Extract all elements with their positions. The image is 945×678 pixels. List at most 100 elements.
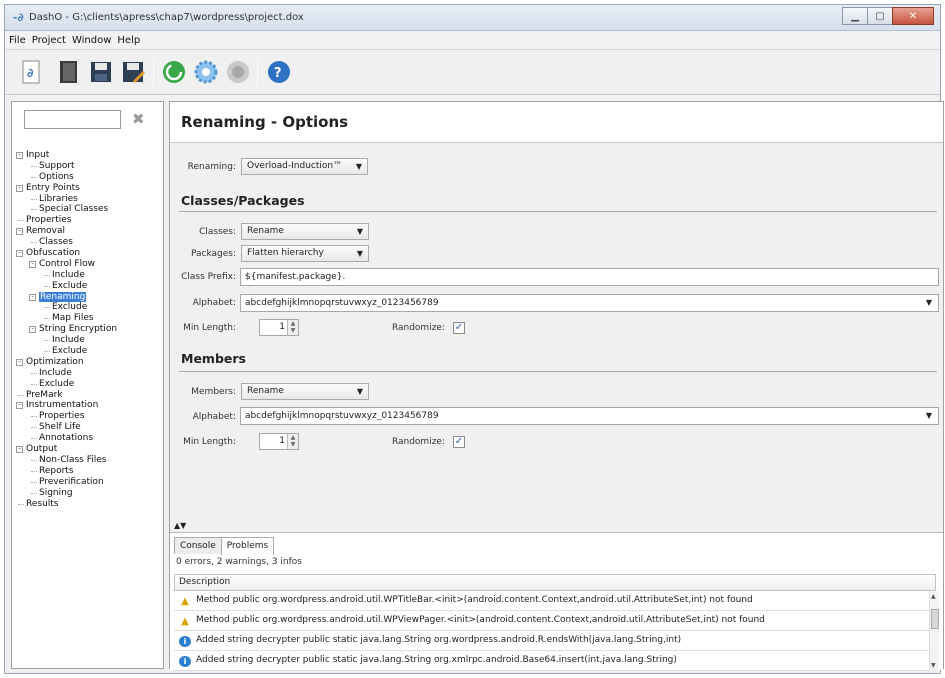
tree-collapse-icon[interactable]: - (16, 184, 23, 192)
tree-item[interactable]: Classes (16, 237, 162, 248)
tree-item[interactable]: PreMark (16, 390, 162, 401)
help-icon[interactable]: ? (267, 59, 291, 85)
tree-collapse-icon[interactable]: - (16, 402, 23, 410)
problem-text: Added string decrypter public static jav… (196, 635, 682, 645)
tree-item[interactable]: Properties (16, 215, 162, 226)
tree-branch-line (44, 274, 50, 276)
scrollbar-thumb[interactable] (931, 609, 939, 629)
tree-item[interactable]: Libraries (16, 194, 162, 205)
menu-window[interactable]: Window (72, 35, 111, 46)
tree-collapse-icon[interactable]: - (16, 250, 23, 258)
tree-item[interactable]: Options (16, 172, 162, 183)
tree-item[interactable]: Include (16, 335, 162, 346)
tree-item-label: Map Files (52, 313, 94, 324)
problem-row[interactable]: ▲ Method public org.wordpress.android.uti… (174, 591, 936, 611)
class-prefix-input[interactable]: ${manifest.package}. (240, 268, 939, 286)
maximize-button[interactable]: ▢ (867, 7, 893, 25)
members-alphabet-value: abcdefghijklmnopqrstuvwxyz_0123456789 (245, 411, 439, 421)
tree-item[interactable]: - Renaming (16, 291, 162, 303)
alphabet-combo[interactable]: abcdefghijklmnopqrstuvwxyz_0123456789 ▼ (240, 294, 939, 312)
tree-item[interactable]: Reports (16, 466, 162, 477)
tree-collapse-icon[interactable]: - (29, 326, 36, 334)
save-as-icon[interactable] (121, 59, 145, 85)
tree-branch-line (44, 307, 50, 309)
tree-item[interactable]: Signing (16, 488, 162, 499)
problem-row[interactable]: i Added string decrypter public static ja… (174, 651, 936, 671)
tree-item[interactable]: Exclude (16, 379, 162, 390)
tree-item[interactable]: Support (16, 161, 162, 172)
tree-collapse-icon[interactable]: - (29, 260, 36, 268)
tab-problems[interactable]: Problems (220, 537, 275, 555)
page-title: Renaming - Options (181, 113, 349, 131)
stop-icon[interactable] (226, 59, 250, 85)
tree-item[interactable]: - String Encryption (16, 324, 162, 335)
tree-item[interactable]: Include (16, 368, 162, 379)
chevron-down-icon: ▼ (925, 298, 932, 307)
tree-item[interactable]: - Instrumentation (16, 400, 162, 411)
tree-item[interactable]: Special Classes (16, 204, 162, 215)
menu-help[interactable]: Help (117, 35, 140, 46)
clear-search-icon[interactable]: ✖ (132, 110, 145, 128)
tree-branch-line (44, 318, 50, 320)
menu-project[interactable]: Project (32, 35, 66, 46)
members-min-length-spinner[interactable]: 1 ▲ ▼ (259, 433, 299, 450)
tree-item[interactable]: Properties (16, 411, 162, 422)
open-project-icon[interactable] (57, 59, 81, 85)
tree-collapse-icon[interactable]: - (16, 152, 23, 159)
problem-text: Method public org.wordpress.android.util… (196, 615, 765, 625)
tree-branch-line (31, 470, 37, 472)
tree-search-input[interactable] (24, 110, 121, 129)
tree-item[interactable]: Annotations (16, 433, 162, 444)
tree-item[interactable]: Results (16, 499, 162, 510)
tree-item[interactable]: Exclude (16, 302, 162, 313)
tree-item[interactable]: - Obfuscation (16, 248, 162, 259)
spinner-arrows-icon[interactable]: ▲ ▼ (287, 320, 298, 335)
tree-collapse-icon[interactable]: - (16, 228, 23, 236)
minimize-button[interactable]: ▁ (842, 7, 868, 25)
tree-item[interactable]: Map Files (16, 313, 162, 324)
members-randomize-checkbox[interactable]: ✓ (453, 436, 465, 448)
tree-item[interactable]: - Input (16, 150, 162, 161)
tree-branch-line (18, 503, 24, 505)
save-icon[interactable] (89, 59, 113, 85)
tree-item[interactable]: - Entry Points (16, 183, 162, 194)
tree-branch-line (44, 340, 50, 342)
tree-item[interactable]: Non-Class Files (16, 455, 162, 466)
tree-item[interactable]: Exclude (16, 346, 162, 357)
members-select[interactable]: Rename ▼ (241, 383, 369, 400)
tree-item[interactable]: - Removal (16, 226, 162, 237)
members-alphabet-combo[interactable]: abcdefghijklmnopqrstuvwxyz_0123456789 ▼ (240, 407, 939, 425)
description-column-header[interactable]: Description (174, 574, 936, 591)
tree-item[interactable]: - Control Flow (16, 259, 162, 270)
tree-item-label: Support (39, 160, 75, 171)
settings-gear-icon[interactable] (194, 59, 218, 85)
tree-item[interactable]: Exclude (16, 281, 162, 292)
scroll-down-icon[interactable]: ▼ (931, 662, 936, 669)
problem-row[interactable]: i Added string decrypter public static ja… (174, 631, 936, 651)
tree-collapse-icon[interactable]: - (16, 446, 23, 454)
problems-scrollbar[interactable]: ▲ ▼ (929, 591, 939, 671)
tab-console[interactable]: Console (174, 537, 222, 554)
spinner-arrows-icon[interactable]: ▲ ▼ (287, 434, 298, 449)
build-icon[interactable] (162, 59, 186, 85)
new-project-icon[interactable]: ∂ (19, 59, 43, 85)
min-length-spinner[interactable]: 1 ▲ ▼ (259, 319, 299, 336)
menu-file[interactable]: File (9, 35, 26, 46)
splitter-arrows-icon[interactable]: ▲▼ (174, 521, 186, 530)
tree-item-label: Output (26, 444, 58, 455)
tree-item[interactable]: Preverification (16, 477, 162, 488)
packages-select[interactable]: Flatten hierarchy ▼ (241, 245, 369, 262)
scroll-up-icon[interactable]: ▲ (931, 593, 936, 600)
tree-collapse-icon[interactable]: - (16, 358, 23, 366)
randomize-checkbox[interactable]: ✓ (453, 322, 465, 334)
problem-row[interactable]: ▲ Method public org.wordpress.android.uti… (174, 611, 936, 631)
close-button[interactable]: ✕ (892, 7, 934, 25)
renaming-select[interactable]: Overload-Induction™ ▼ (241, 158, 368, 175)
tree-collapse-icon[interactable]: - (29, 293, 36, 301)
tree-item[interactable]: Shelf Life (16, 422, 162, 433)
classes-label: Classes: (199, 227, 236, 237)
tree-item[interactable]: - Optimization (16, 357, 162, 368)
tree-item[interactable]: Include (16, 270, 162, 281)
tree-item[interactable]: - Output (16, 444, 162, 455)
classes-select[interactable]: Rename ▼ (241, 223, 369, 240)
